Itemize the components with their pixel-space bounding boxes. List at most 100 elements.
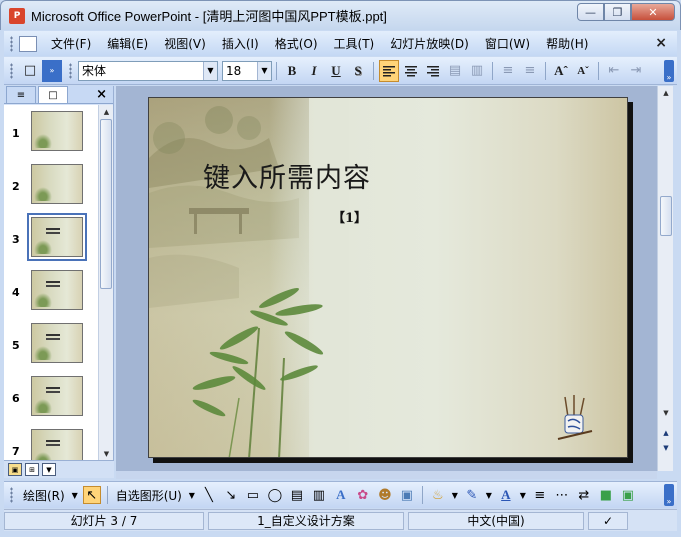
slide-thumbnail-image[interactable] bbox=[31, 270, 83, 310]
tab-outline[interactable]: ≡ bbox=[6, 86, 36, 103]
line-color-icon[interactable]: ✎ bbox=[463, 486, 481, 504]
normal-view-icon[interactable]: ▣ bbox=[8, 463, 22, 476]
shadow-button[interactable]: S bbox=[348, 60, 368, 82]
scrollbar-thumb[interactable] bbox=[660, 196, 672, 236]
design-template-name[interactable]: 1_自定义设计方案 bbox=[208, 511, 404, 530]
fill-color-icon[interactable]: ♨ bbox=[429, 486, 447, 504]
font-color-icon[interactable]: A bbox=[497, 486, 515, 504]
slide-sorter-view-icon[interactable]: ⊞ bbox=[25, 463, 39, 476]
scroll-up-arrow-icon[interactable]: ▲ bbox=[658, 86, 674, 99]
clipart-tool-icon[interactable]: ☻ bbox=[376, 486, 394, 504]
slide-thumbnail-2[interactable]: 2 bbox=[4, 162, 98, 216]
chevron-down-icon[interactable]: ▼ bbox=[485, 486, 493, 504]
toolbar-options-chevron-icon[interactable]: » bbox=[664, 60, 674, 82]
diagram-tool-icon[interactable]: ✿ bbox=[354, 486, 372, 504]
arrow-tool-icon[interactable]: ↘ bbox=[222, 486, 240, 504]
new-slide-icon[interactable]: □ bbox=[20, 60, 40, 82]
bold-button[interactable]: B bbox=[282, 60, 302, 82]
underline-button[interactable]: U bbox=[326, 60, 346, 82]
close-pane-button[interactable]: × bbox=[96, 87, 107, 102]
current-slide[interactable]: 键入所需内容 【1】 bbox=[148, 97, 628, 458]
decrease-indent-button[interactable]: ⇤ bbox=[604, 60, 624, 82]
toolbar-grip-icon[interactable] bbox=[10, 35, 13, 52]
slide-thumbnail-image[interactable] bbox=[31, 111, 83, 151]
spelling-check-icon[interactable]: ✓ bbox=[588, 511, 628, 530]
increase-indent-button[interactable]: ⇥ bbox=[626, 60, 646, 82]
slide-thumbnail-6[interactable]: 6 bbox=[4, 374, 98, 428]
slide-thumbnail-image[interactable] bbox=[31, 323, 83, 363]
menu-view[interactable]: 视图(V) bbox=[156, 35, 214, 52]
bullets-button[interactable]: ≡ bbox=[520, 60, 540, 82]
menu-file[interactable]: 文件(F) bbox=[43, 35, 99, 52]
align-center-button[interactable] bbox=[401, 60, 421, 82]
next-slide-icon[interactable]: ▼ bbox=[658, 441, 674, 454]
document-icon[interactable] bbox=[19, 35, 37, 52]
arrow-style-icon[interactable]: ⇄ bbox=[575, 486, 593, 504]
draw-menu-button[interactable]: 绘图(R) bbox=[19, 487, 69, 504]
slide-thumbnail-4[interactable]: 4 bbox=[4, 268, 98, 322]
menu-help[interactable]: 帮助(H) bbox=[538, 35, 596, 52]
shadow-style-icon[interactable]: ■ bbox=[597, 486, 615, 504]
align-right-button[interactable] bbox=[423, 60, 443, 82]
slide-area-scrollbar[interactable]: ▲ ▼ ▲ ▼ bbox=[657, 86, 673, 471]
scrollbar-thumb[interactable] bbox=[100, 119, 112, 289]
oval-tool-icon[interactable]: ◯ bbox=[266, 486, 284, 504]
numbering-button[interactable]: ≡ bbox=[498, 60, 518, 82]
increase-font-size-button[interactable]: Aˆ bbox=[551, 60, 571, 82]
slide-thumbnail-5[interactable]: 5 bbox=[4, 321, 98, 375]
line-tool-icon[interactable]: ╲ bbox=[200, 486, 218, 504]
insert-picture-icon[interactable]: ▣ bbox=[398, 486, 416, 504]
restore-button[interactable]: ❐ bbox=[604, 3, 631, 21]
wordart-tool-icon[interactable]: A bbox=[332, 486, 350, 504]
slide-thumbnail-image[interactable] bbox=[31, 429, 83, 460]
menu-window[interactable]: 窗口(W) bbox=[477, 35, 538, 52]
autoshapes-menu-button[interactable]: 自选图形(U) bbox=[112, 487, 186, 504]
chevron-down-icon[interactable]: ▼ bbox=[71, 486, 79, 504]
tab-slides[interactable]: □ bbox=[38, 86, 68, 103]
slide-thumbnail-3[interactable]: 3 bbox=[4, 213, 98, 269]
italic-button[interactable]: I bbox=[304, 60, 324, 82]
font-size-combo[interactable]: 18 ▼ bbox=[222, 60, 272, 81]
slide-title-placeholder[interactable]: 键入所需内容 bbox=[203, 156, 371, 195]
menu-edit[interactable]: 编辑(E) bbox=[99, 35, 156, 52]
decrease-font-size-button[interactable]: Aˇ bbox=[573, 60, 593, 82]
slide-thumbnail-1[interactable]: 1 bbox=[4, 109, 98, 163]
scroll-down-arrow-icon[interactable]: ▼ bbox=[99, 447, 114, 460]
vertical-textbox-tool-icon[interactable]: ▥ bbox=[310, 486, 328, 504]
powerpoint-app-icon[interactable]: P bbox=[9, 7, 25, 24]
slideshow-view-icon[interactable]: ▼ bbox=[42, 463, 56, 476]
line-style-icon[interactable]: ≡ bbox=[531, 486, 549, 504]
slides-pane-scrollbar[interactable]: ▲ ▼ bbox=[98, 105, 113, 460]
scroll-down-arrow-icon[interactable]: ▼ bbox=[658, 406, 674, 419]
slide-thumbnail-7[interactable]: 7 bbox=[4, 427, 98, 460]
chevron-down-icon[interactable]: ▼ bbox=[188, 486, 196, 504]
toolbar-grip-icon[interactable] bbox=[69, 62, 72, 79]
chevron-down-icon[interactable]: ▼ bbox=[257, 61, 271, 80]
select-objects-button[interactable]: ↖ bbox=[82, 486, 101, 504]
toolbar-options-chevron-icon[interactable]: » bbox=[42, 59, 62, 82]
3d-style-icon[interactable]: ▣ bbox=[619, 486, 637, 504]
menu-tools[interactable]: 工具(T) bbox=[326, 35, 383, 52]
dash-style-icon[interactable]: ⋯ bbox=[553, 486, 571, 504]
font-name-combo[interactable]: 宋体 ▼ bbox=[78, 60, 218, 81]
chevron-down-icon[interactable]: ▼ bbox=[451, 486, 459, 504]
toolbar-grip-icon[interactable] bbox=[10, 487, 13, 503]
slide-thumbnail-image[interactable] bbox=[31, 164, 83, 204]
menu-insert[interactable]: 插入(I) bbox=[214, 35, 267, 52]
menu-slideshow[interactable]: 幻灯片放映(D) bbox=[382, 35, 477, 52]
align-left-button[interactable] bbox=[379, 59, 399, 82]
close-window-button[interactable]: ✕ bbox=[631, 3, 675, 21]
scroll-up-arrow-icon[interactable]: ▲ bbox=[99, 105, 114, 118]
horizontal-scrollbar[interactable] bbox=[116, 471, 657, 479]
minimize-button[interactable]: — bbox=[577, 3, 604, 21]
chevron-down-icon[interactable]: ▼ bbox=[519, 486, 527, 504]
slide-number-label[interactable]: 【1】 bbox=[332, 207, 367, 226]
toolbar-options-chevron-icon[interactable]: » bbox=[664, 484, 674, 506]
previous-slide-icon[interactable]: ▲ bbox=[658, 426, 674, 439]
menu-format[interactable]: 格式(O) bbox=[267, 35, 326, 52]
slide-thumbnail-image[interactable] bbox=[31, 376, 83, 416]
textbox-tool-icon[interactable]: ▤ bbox=[288, 486, 306, 504]
rectangle-tool-icon[interactable]: ▭ bbox=[244, 486, 262, 504]
distribute-text-button[interactable]: ▤ bbox=[445, 60, 465, 82]
vertical-text-button[interactable]: ▥ bbox=[467, 60, 487, 82]
